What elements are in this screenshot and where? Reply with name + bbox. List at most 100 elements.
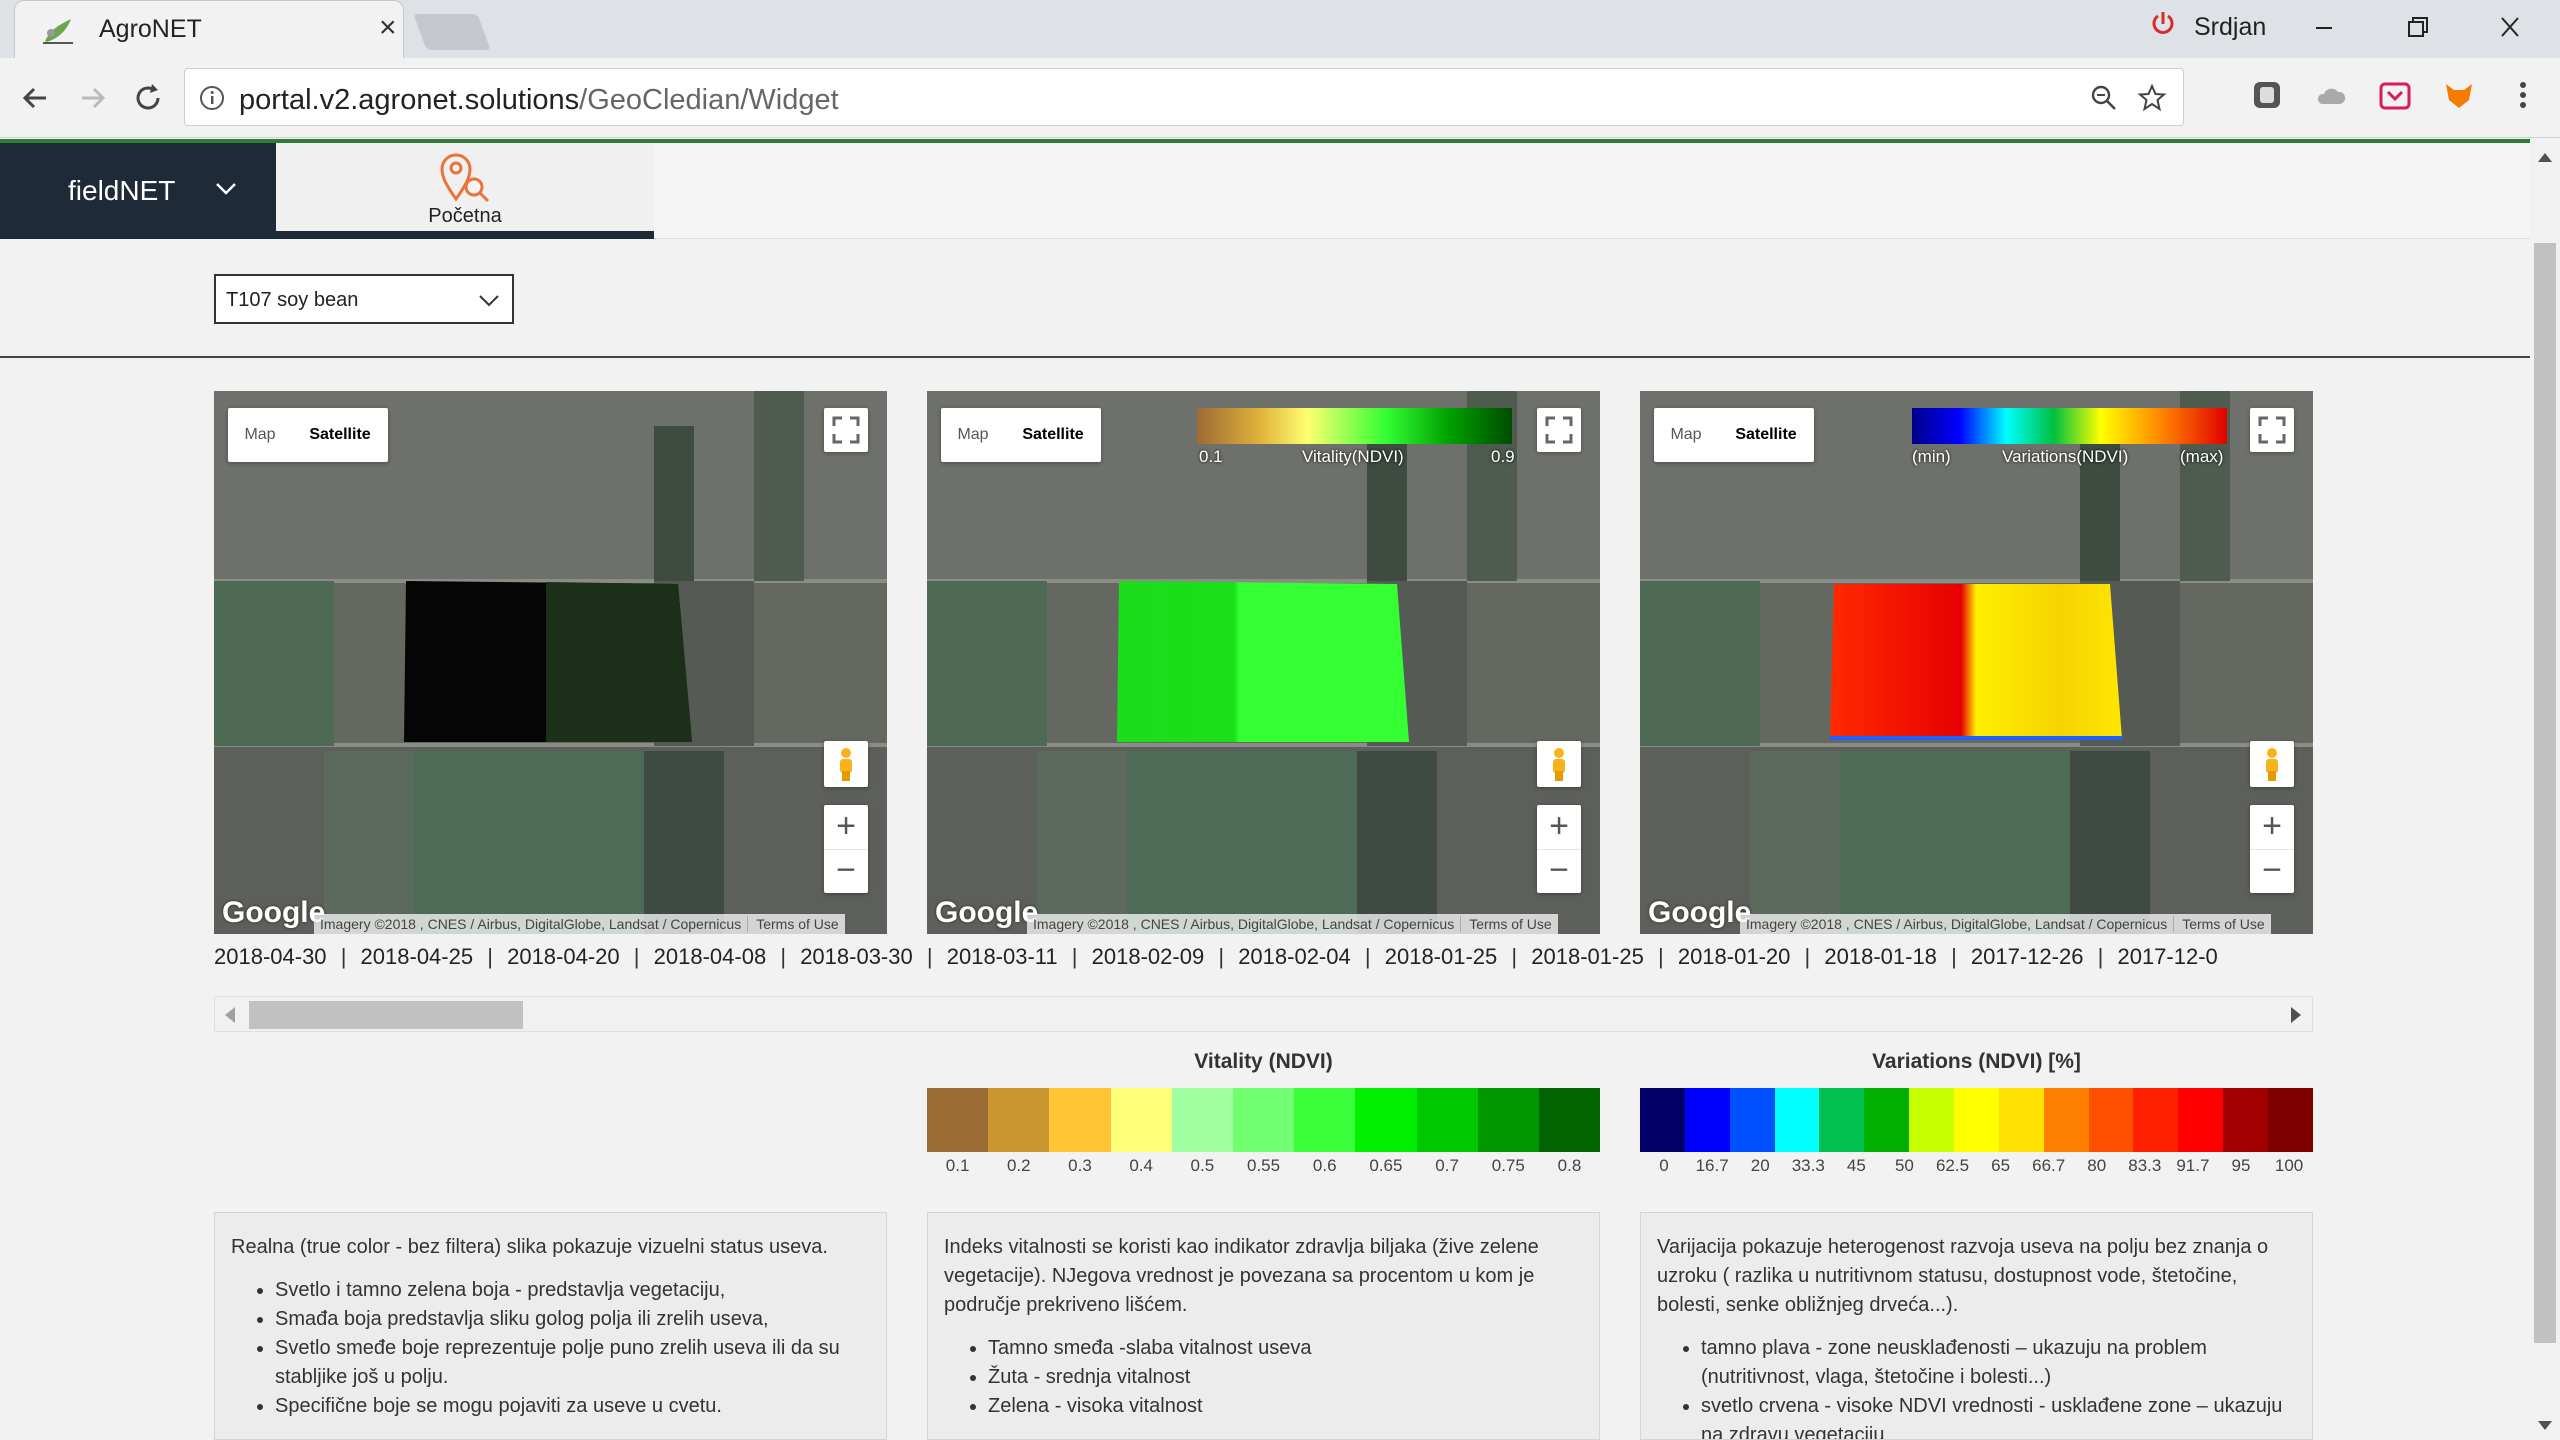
date-link[interactable]: 2018-03-11 — [947, 944, 1058, 970]
date-link[interactable]: 2018-04-30 — [214, 944, 327, 970]
vitality-scale-title: Vitality (NDVI) — [1194, 1050, 1333, 1073]
scroll-down-arrow-icon[interactable] — [2538, 1421, 2552, 1430]
scale-label: 0.4 — [1129, 1156, 1153, 1175]
scale-swatch — [988, 1088, 1050, 1152]
map-vitality[interactable]: Map Satellite 0.1 Vitality(NDVI) 0.9 + −… — [927, 391, 1600, 934]
fullscreen-icon[interactable] — [1537, 408, 1581, 452]
field-select-value: T107 soy bean — [226, 289, 359, 311]
scale-swatch — [1640, 1088, 1685, 1152]
close-window-icon[interactable] — [2480, 8, 2540, 48]
list-item: Zelena - visoka vitalnost — [988, 1392, 1583, 1421]
zoom-out-button[interactable]: − — [1537, 849, 1581, 893]
map-type-map-button[interactable]: Map — [1654, 408, 1718, 462]
date-link[interactable]: 2017-12-26 — [1971, 944, 2084, 970]
restore-icon[interactable] — [2386, 8, 2446, 48]
zoom-control: + − — [824, 805, 868, 893]
date-link[interactable]: 2018-01-20 — [1678, 944, 1791, 970]
zoom-in-button[interactable]: + — [824, 805, 868, 849]
date-scrollbar[interactable] — [214, 996, 2313, 1032]
scale-label: 16.7 — [1695, 1156, 1729, 1175]
scale-label: 91.7 — [2176, 1156, 2210, 1175]
attribution-text: Imagery ©2018 , CNES / Airbus, DigitalGl… — [1746, 916, 2168, 932]
map-type-satellite-button[interactable]: Satellite — [1718, 408, 1814, 462]
list-item: tamno plava - zone neusklađenosti – ukaz… — [1701, 1334, 2296, 1392]
variation-scale-labels: 0 16.7 20 33.3 45 50 62.5 65 66.7 80 83.3 91.7 95 100 — [1640, 1156, 2313, 1176]
forward-arrow-icon[interactable] — [72, 78, 112, 118]
scrollbar-thumb[interactable] — [2534, 243, 2556, 1343]
satellite-imagery — [214, 391, 887, 934]
fullscreen-icon[interactable] — [824, 408, 868, 452]
scale-label: 0.6 — [1312, 1156, 1337, 1175]
browser-menu-icon[interactable] — [2506, 78, 2540, 112]
scale-swatch — [2043, 1088, 2089, 1152]
back-arrow-icon[interactable] — [16, 78, 56, 118]
tab-home[interactable]: Početna — [276, 143, 654, 239]
date-separator: | — [1071, 944, 1078, 969]
scale-swatch — [1171, 1088, 1233, 1152]
page-scrollbar[interactable] — [2530, 143, 2560, 1440]
vitality-legend-gradient — [1197, 408, 1512, 444]
zoom-in-button[interactable]: + — [2250, 805, 2294, 849]
bookmark-star-icon[interactable] — [2137, 83, 2167, 113]
scale-swatch — [2268, 1088, 2313, 1152]
profile-name[interactable]: Srdjan — [2194, 13, 2266, 42]
tab-close-icon[interactable]: × — [379, 13, 397, 43]
map-type-satellite-button[interactable]: Satellite — [292, 408, 388, 462]
map-type-satellite-button[interactable]: Satellite — [1005, 408, 1101, 462]
scale-label: 83.3 — [2128, 1156, 2162, 1175]
zoom-out-button[interactable]: − — [2250, 849, 2294, 893]
date-link[interactable]: 2018-01-25 — [1531, 944, 1644, 970]
scroll-up-arrow-icon[interactable] — [2538, 153, 2552, 162]
date-link[interactable]: 2018-01-18 — [1824, 944, 1937, 970]
minimize-icon[interactable] — [2294, 8, 2354, 48]
map-type-map-button[interactable]: Map — [228, 408, 292, 462]
zoom-out-button[interactable]: − — [824, 849, 868, 893]
extension-shield-icon[interactable] — [2250, 78, 2284, 112]
list-item: Svetlo smeđe boje reprezentuje polje pun… — [275, 1334, 870, 1392]
scale-swatch — [1998, 1088, 2044, 1152]
address-bar[interactable]: portal.v2.agronet.solutions/GeoCledian/W… — [184, 68, 2184, 126]
fullscreen-icon[interactable] — [2250, 408, 2294, 452]
map-type-map-button[interactable]: Map — [941, 408, 1005, 462]
extension-pocket-icon[interactable] — [2378, 78, 2412, 112]
browser-tab[interactable]: AgroNET × — [14, 0, 404, 58]
extension-cloud-icon[interactable] — [2314, 78, 2348, 112]
map-attribution: Imagery ©2018 , CNES / Airbus, DigitalGl… — [1027, 914, 1558, 934]
scroll-right-arrow-icon[interactable] — [2291, 1007, 2301, 1023]
terms-of-use-link[interactable]: Terms of Use — [2173, 916, 2265, 932]
terms-of-use-link[interactable]: Terms of Use — [747, 916, 839, 932]
date-link[interactable]: 2018-03-30 — [800, 944, 913, 970]
date-separator: | — [633, 944, 640, 969]
date-link[interactable]: 2018-04-25 — [361, 944, 474, 970]
list-item: Žuta - srednja vitalnost — [988, 1363, 1583, 1392]
date-link[interactable]: 2018-01-25 — [1385, 944, 1498, 970]
scale-label: 0.1 — [945, 1156, 970, 1175]
date-link[interactable]: 2017-12-0 — [2117, 944, 2217, 970]
new-tab-button[interactable] — [413, 14, 491, 50]
date-separator: | — [2097, 944, 2104, 969]
brand-menu[interactable]: fieldNET — [0, 143, 276, 239]
map-true-color[interactable]: Map Satellite + − Google Imagery ©2018 ,… — [214, 391, 887, 934]
zoom-in-button[interactable]: + — [1537, 805, 1581, 849]
pegman-icon[interactable] — [1537, 741, 1581, 787]
scale-swatch — [1819, 1088, 1865, 1152]
extension-fox-icon[interactable] — [2442, 78, 2476, 112]
pegman-icon[interactable] — [824, 741, 868, 787]
terms-of-use-link[interactable]: Terms of Use — [1460, 916, 1552, 932]
browser-toolbar: portal.v2.agronet.solutions/GeoCledian/W… — [0, 58, 2560, 138]
url-path: /GeoCledian/Widget — [579, 84, 839, 116]
date-link[interactable]: 2018-04-08 — [654, 944, 767, 970]
scroll-left-arrow-icon[interactable] — [225, 1007, 235, 1023]
date-separator: | — [1951, 944, 1957, 969]
date-link[interactable]: 2018-02-04 — [1238, 944, 1351, 970]
reload-icon[interactable] — [128, 78, 168, 118]
map-variations[interactable]: Map Satellite (min) Variations(NDVI) (ma… — [1640, 391, 2313, 934]
date-link[interactable]: 2018-04-20 — [507, 944, 620, 970]
pegman-icon[interactable] — [2250, 741, 2294, 787]
date-link[interactable]: 2018-02-09 — [1092, 944, 1205, 970]
scale-label: 100 — [2274, 1156, 2304, 1175]
info-icon[interactable] — [199, 85, 225, 111]
scrollbar-thumb[interactable] — [249, 1001, 523, 1029]
field-select[interactable]: T107 soy bean — [214, 274, 514, 324]
zoom-search-icon[interactable] — [2089, 83, 2119, 113]
